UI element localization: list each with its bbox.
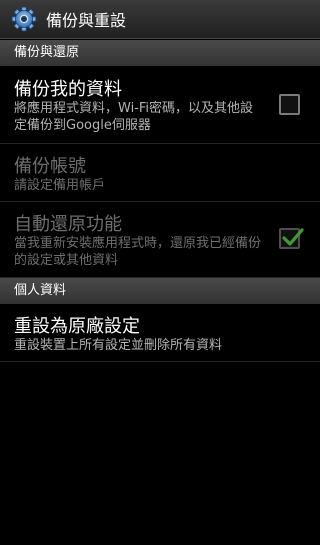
factory-reset-summary: 重設裝置上所有設定並刪除所有資料 <box>14 338 223 353</box>
section-header-backup-restore: 備份與還原 <box>0 40 320 66</box>
auto-restore-title: 自動還原功能 <box>14 214 122 235</box>
backup-my-data-item[interactable]: 備份我的資料 將應用程式資料，Wi-Fi密碼，以及其他設定備份到Google伺服… <box>0 66 320 144</box>
factory-reset-title: 重設為原廠設定 <box>14 316 140 337</box>
checkmark-icon <box>282 228 304 246</box>
screen: 備份與重設 備份與還原 備份我的資料 將應用程式資料，Wi-Fi密碼，以及其他設… <box>0 0 320 545</box>
backup-my-data-summary: 將應用程式資料，Wi-Fi密碼，以及其他設定備份到Google伺服器 <box>14 101 254 133</box>
backup-account-title: 備份帳號 <box>14 156 86 177</box>
backup-my-data-checkbox[interactable] <box>279 94 300 115</box>
auto-restore-checkbox[interactable] <box>279 228 304 249</box>
auto-restore-item[interactable]: 自動還原功能 當我重新安裝應用程式時，還原我已經備份的設定或其他資料 <box>0 202 320 278</box>
page-title: 備份與重設 <box>46 11 127 30</box>
title-bar: 備份與重設 <box>0 0 320 39</box>
auto-restore-summary: 當我重新安裝應用程式時，還原我已經備份的設定或其他資料 <box>14 236 262 268</box>
gear-icon <box>11 6 37 32</box>
backup-account-summary: 請設定備用帳戶 <box>14 178 106 193</box>
backup-my-data-title: 備份我的資料 <box>14 79 122 100</box>
section-header-personal-data: 個人資料 <box>0 278 320 304</box>
backup-account-item[interactable]: 備份帳號 請設定備用帳戶 <box>0 144 320 202</box>
factory-reset-item[interactable]: 重設為原廠設定 重設裝置上所有設定並刪除所有資料 <box>0 304 320 362</box>
